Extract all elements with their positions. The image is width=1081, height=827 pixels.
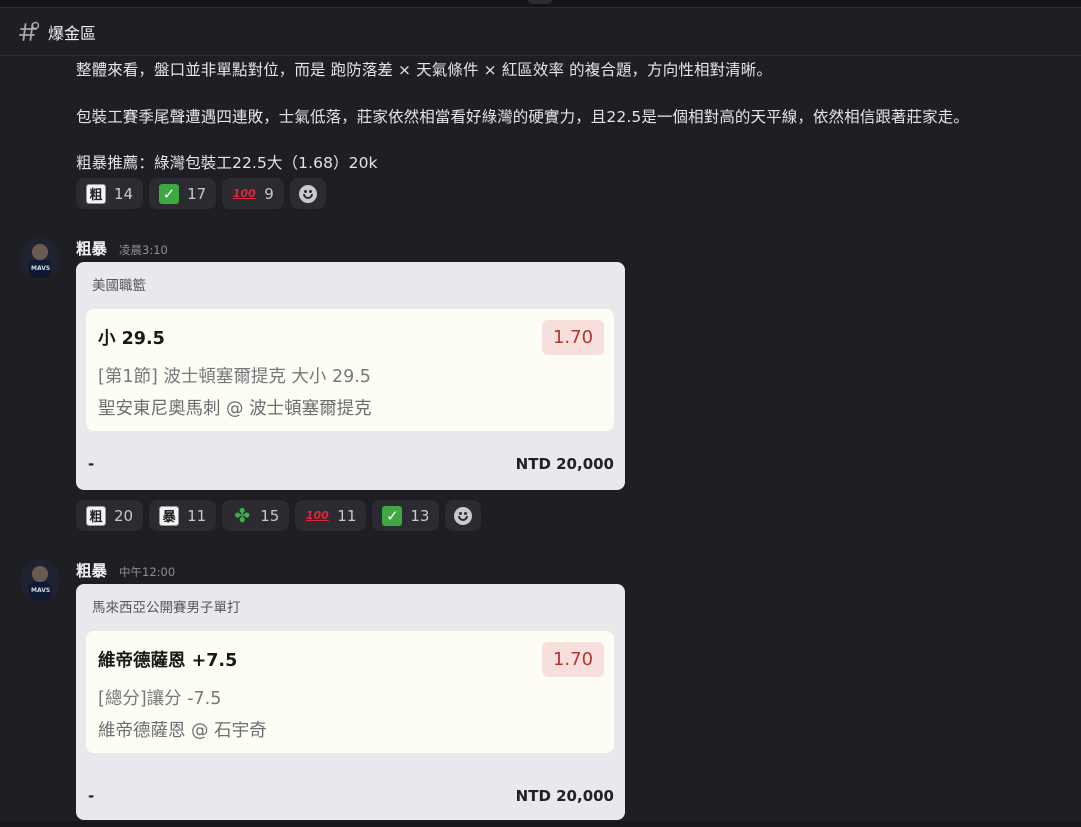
card-market: [第1節] 波士頓塞爾提克 大小 29.5 bbox=[98, 367, 371, 387]
reaction-count: 15 bbox=[260, 506, 280, 525]
clover-emoji-icon: ✤ bbox=[234, 504, 251, 527]
channel-name: 爆金區 bbox=[48, 23, 97, 43]
hundred-emoji-icon: 100 bbox=[305, 509, 329, 522]
card-dash: - bbox=[88, 787, 95, 805]
reaction-bao[interactable]: 暴 11 bbox=[149, 500, 217, 531]
top-notch bbox=[528, 0, 552, 4]
card-match: 維帝德薩恩 @ 石宇奇 bbox=[98, 721, 267, 741]
reaction-check[interactable]: ✓ 13 bbox=[372, 500, 440, 531]
window-top-bar bbox=[0, 0, 1081, 8]
card-inner-panel: 維帝德薩恩 +7.5 1.70 [總分]讓分 -7.5 維帝德薩恩 @ 石宇奇 bbox=[86, 631, 614, 753]
bet-card: 馬來西亞公開賽男子單打 維帝德薩恩 +7.5 1.70 [總分]讓分 -7.5 … bbox=[76, 584, 625, 820]
reaction-cu[interactable]: 粗 14 bbox=[76, 178, 144, 209]
bottom-divider bbox=[0, 821, 1081, 827]
author-name[interactable]: 粗暴 bbox=[76, 559, 107, 581]
bao-emoji-icon: 暴 bbox=[159, 505, 180, 526]
avatar-jersey-text: MAVS bbox=[31, 587, 51, 594]
check-emoji-icon: ✓ bbox=[159, 183, 180, 204]
check-emoji-icon: ✓ bbox=[382, 505, 403, 526]
reaction-count: 20 bbox=[114, 506, 134, 525]
reaction-check[interactable]: ✓ 17 bbox=[149, 178, 217, 209]
card-odds-badge: 1.70 bbox=[542, 642, 604, 677]
reaction-cu[interactable]: 粗 20 bbox=[76, 500, 144, 531]
reaction-bar: 粗 20 暴 11 ✤ 15 100 11 ✓ 13 bbox=[76, 500, 482, 531]
message-timestamp: 中午12:00 bbox=[119, 565, 176, 579]
reaction-hundred[interactable]: 100 9 bbox=[222, 178, 284, 209]
reaction-count: 13 bbox=[410, 506, 430, 525]
avatar-jersey-text: MAVS bbox=[31, 265, 51, 272]
reaction-count: 11 bbox=[337, 506, 357, 525]
reaction-count: 11 bbox=[187, 506, 207, 525]
card-inner-panel: 小 29.5 1.70 [第1節] 波士頓塞爾提克 大小 29.5 聖安東尼奧馬… bbox=[86, 309, 614, 431]
card-market: [總分]讓分 -7.5 bbox=[98, 689, 222, 709]
add-reaction-button[interactable] bbox=[445, 500, 482, 531]
reaction-count: 9 bbox=[264, 184, 274, 203]
message-text-line: 包裝工賽季尾聲遭遇四連敗，士氣低落，莊家依然相當看好綠灣的硬實力，且22.5是一… bbox=[76, 108, 969, 126]
reaction-clover[interactable]: ✤ 15 bbox=[222, 500, 290, 531]
message-text-line: 粗暴推薦：綠灣包裝工22.5大（1.68）20k bbox=[76, 154, 378, 172]
hundred-emoji-icon: 100 bbox=[232, 187, 256, 200]
reaction-bar: 粗 14 ✓ 17 100 9 bbox=[76, 178, 326, 209]
card-match: 聖安東尼奧馬刺 @ 波士頓塞爾提克 bbox=[98, 399, 372, 419]
channel-hash-icon bbox=[18, 21, 40, 43]
card-pick: 小 29.5 bbox=[98, 329, 165, 349]
channel-header: 爆金區 bbox=[0, 8, 1081, 56]
author-name[interactable]: 粗暴 bbox=[76, 237, 107, 259]
card-stake: NTD 20,000 bbox=[515, 455, 614, 473]
add-reaction-smile-icon bbox=[298, 184, 317, 203]
cu-emoji-icon: 粗 bbox=[86, 183, 106, 204]
reaction-hundred[interactable]: 100 11 bbox=[295, 500, 367, 531]
message-text-line: 整體來看，盤口並非單點對位，而是 跑防落差 × 天氣條件 × 紅區效率 的複合題… bbox=[76, 61, 772, 79]
add-reaction-smile-icon bbox=[454, 506, 473, 525]
card-league: 馬來西亞公開賽男子單打 bbox=[92, 600, 241, 616]
avatar[interactable]: MAVS bbox=[20, 560, 60, 600]
reaction-count: 17 bbox=[187, 184, 207, 203]
add-reaction-button[interactable] bbox=[289, 178, 326, 209]
card-pick: 維帝德薩恩 +7.5 bbox=[98, 651, 238, 671]
message-timestamp: 凌晨3:10 bbox=[119, 243, 168, 257]
avatar[interactable]: MAVS bbox=[20, 238, 60, 278]
bet-card: 美國職籃 小 29.5 1.70 [第1節] 波士頓塞爾提克 大小 29.5 聖… bbox=[76, 262, 625, 490]
card-stake: NTD 20,000 bbox=[515, 787, 614, 805]
cu-emoji-icon: 粗 bbox=[86, 505, 106, 526]
card-league: 美國職籃 bbox=[92, 278, 146, 294]
reaction-count: 14 bbox=[114, 184, 134, 203]
card-odds-badge: 1.70 bbox=[542, 320, 604, 355]
card-dash: - bbox=[88, 455, 95, 473]
